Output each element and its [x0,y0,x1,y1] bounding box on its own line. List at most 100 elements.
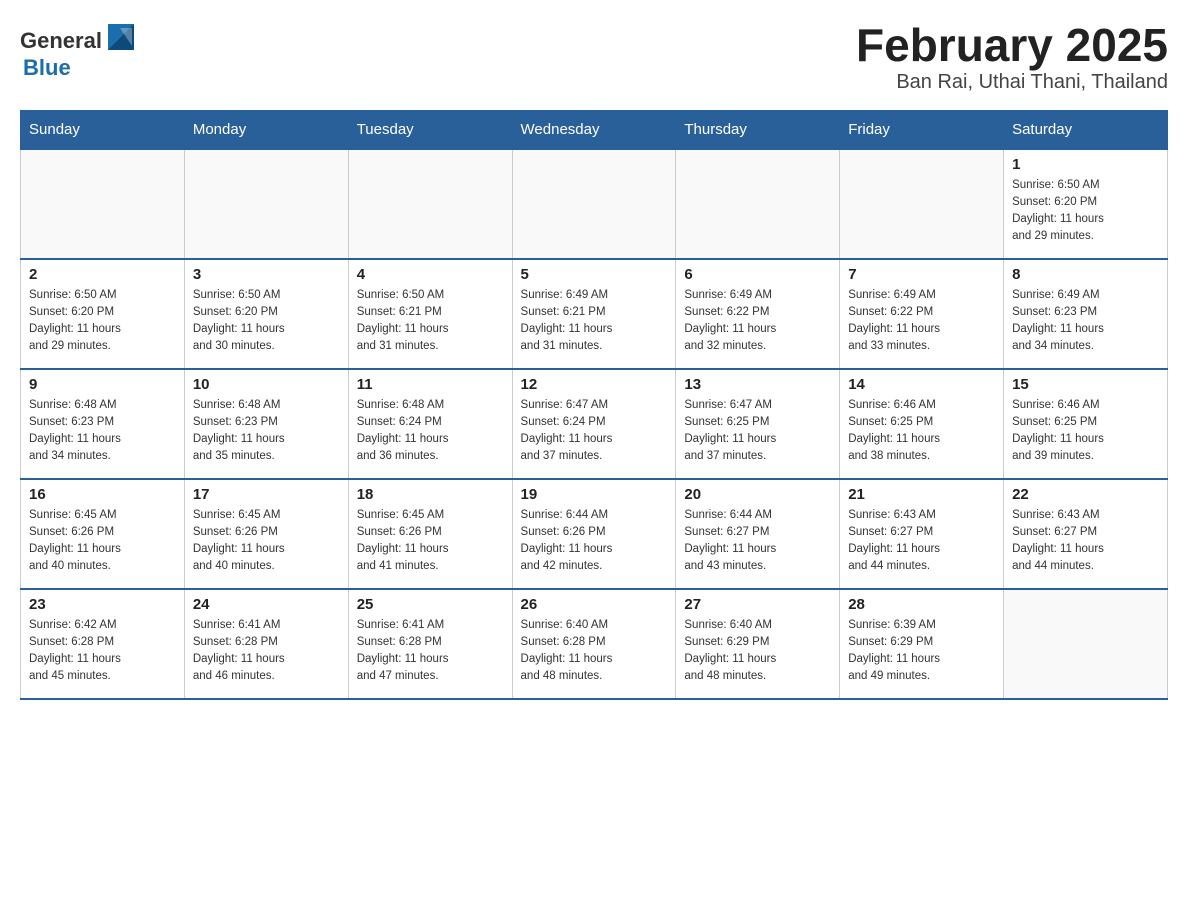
day-info: Sunrise: 6:50 AM Sunset: 6:20 PM Dayligh… [1012,177,1159,246]
day-info: Sunrise: 6:46 AM Sunset: 6:25 PM Dayligh… [1012,397,1159,466]
day-info: Sunrise: 6:46 AM Sunset: 6:25 PM Dayligh… [848,397,995,466]
day-number: 21 [848,486,995,503]
calendar-week-row: 23 Sunrise: 6:42 AM Sunset: 6:28 PM Dayli… [21,589,1168,699]
day-info: Sunrise: 6:45 AM Sunset: 6:26 PM Dayligh… [29,507,176,576]
table-row: 5Sunrise: 6:49 AM Sunset: 6:21 PM Daylig… [512,259,676,369]
day-info: Sunrise: 6:39 AM Sunset: 6:29 PM Dayligh… [848,617,995,686]
table-row: 12 Sunrise: 6:47 AM Sunset: 6:24 PM Dayli… [512,369,676,479]
day-number: 16 [29,486,176,503]
table-row: 10 Sunrise: 6:48 AM Sunset: 6:23 PM Dayli… [184,369,348,479]
table-row: 25 Sunrise: 6:41 AM Sunset: 6:28 PM Dayli… [348,589,512,699]
table-row: 8 Sunrise: 6:49 AM Sunset: 6:23 PM Daylig… [1004,259,1168,369]
calendar-table: Sunday Monday Tuesday Wednesday Thursday… [20,110,1168,700]
day-number: 13 [684,376,831,393]
table-row: 27 Sunrise: 6:40 AM Sunset: 6:29 PM Dayli… [676,589,840,699]
day-info: Sunrise: 6:43 AM Sunset: 6:27 PM Dayligh… [848,507,995,576]
table-row: 28 Sunrise: 6:39 AM Sunset: 6:29 PM Dayli… [840,589,1004,699]
day-number: 11 [357,376,504,393]
table-row: 2Sunrise: 6:50 AM Sunset: 6:20 PM Daylig… [21,259,185,369]
table-row: 11 Sunrise: 6:48 AM Sunset: 6:24 PM Dayli… [348,369,512,479]
day-number: 7 [848,266,995,283]
table-row: 6 Sunrise: 6:49 AM Sunset: 6:22 PM Daylig… [676,259,840,369]
day-info: Sunrise: 6:44 AM Sunset: 6:26 PM Dayligh… [521,507,668,576]
table-row: 9 Sunrise: 6:48 AM Sunset: 6:23 PM Daylig… [21,369,185,479]
day-number: 15 [1012,376,1159,393]
table-row: 16 Sunrise: 6:45 AM Sunset: 6:26 PM Dayli… [21,479,185,589]
table-row: 13 Sunrise: 6:47 AM Sunset: 6:25 PM Dayli… [676,369,840,479]
table-row: 23 Sunrise: 6:42 AM Sunset: 6:28 PM Dayli… [21,589,185,699]
day-info: Sunrise: 6:40 AM Sunset: 6:28 PM Dayligh… [521,617,668,686]
table-row: 17Sunrise: 6:45 AM Sunset: 6:26 PM Dayli… [184,479,348,589]
day-number: 4 [357,266,504,283]
day-number: 20 [684,486,831,503]
svg-text:Blue: Blue [23,55,71,80]
day-info: Sunrise: 6:50 AM Sunset: 6:20 PM Dayligh… [193,287,340,356]
calendar-title: February 2025 [856,20,1168,71]
title-area: February 2025 Ban Rai, Uthai Thani, Thai… [856,20,1168,94]
table-row: 4 Sunrise: 6:50 AM Sunset: 6:21 PM Daylig… [348,259,512,369]
day-info: Sunrise: 6:43 AM Sunset: 6:27 PM Dayligh… [1012,507,1159,576]
day-info: Sunrise: 6:50 AM Sunset: 6:21 PM Dayligh… [357,287,504,356]
day-info: Sunrise: 6:47 AM Sunset: 6:25 PM Dayligh… [684,397,831,466]
day-number: 17 [193,486,340,503]
calendar-week-row: 1Sunrise: 6:50 AM Sunset: 6:20 PM Daylig… [21,149,1168,259]
table-row: 22 Sunrise: 6:43 AM Sunset: 6:27 PM Dayli… [1004,479,1168,589]
day-info: Sunrise: 6:41 AM Sunset: 6:28 PM Dayligh… [357,617,504,686]
table-row: 24 Sunrise: 6:41 AM Sunset: 6:28 PM Dayli… [184,589,348,699]
table-row: 15 Sunrise: 6:46 AM Sunset: 6:25 PM Dayli… [1004,369,1168,479]
day-number: 19 [521,486,668,503]
calendar-week-row: 16 Sunrise: 6:45 AM Sunset: 6:26 PM Dayli… [21,479,1168,589]
svg-text:General: General [20,28,102,53]
header-saturday: Saturday [1004,110,1168,149]
day-number: 26 [521,596,668,613]
day-number: 23 [29,596,176,613]
day-info: Sunrise: 6:49 AM Sunset: 6:22 PM Dayligh… [684,287,831,356]
day-info: Sunrise: 6:41 AM Sunset: 6:28 PM Dayligh… [193,617,340,686]
day-info: Sunrise: 6:48 AM Sunset: 6:23 PM Dayligh… [29,397,176,466]
day-info: Sunrise: 6:47 AM Sunset: 6:24 PM Dayligh… [521,397,668,466]
header-tuesday: Tuesday [348,110,512,149]
day-number: 28 [848,596,995,613]
day-number: 24 [193,596,340,613]
day-number: 25 [357,596,504,613]
table-row [1004,589,1168,699]
logo-text: General Blue [20,20,150,85]
table-row: 19 Sunrise: 6:44 AM Sunset: 6:26 PM Dayli… [512,479,676,589]
day-info: Sunrise: 6:42 AM Sunset: 6:28 PM Dayligh… [29,617,176,686]
day-number: 10 [193,376,340,393]
header-sunday: Sunday [21,110,185,149]
day-number: 8 [1012,266,1159,283]
day-number: 22 [1012,486,1159,503]
day-info: Sunrise: 6:48 AM Sunset: 6:23 PM Dayligh… [193,397,340,466]
table-row: 7Sunrise: 6:49 AM Sunset: 6:22 PM Daylig… [840,259,1004,369]
day-number: 12 [521,376,668,393]
day-info: Sunrise: 6:40 AM Sunset: 6:29 PM Dayligh… [684,617,831,686]
table-row [184,149,348,259]
day-info: Sunrise: 6:49 AM Sunset: 6:23 PM Dayligh… [1012,287,1159,356]
header-wednesday: Wednesday [512,110,676,149]
day-number: 14 [848,376,995,393]
table-row [840,149,1004,259]
day-number: 27 [684,596,831,613]
day-number: 9 [29,376,176,393]
logo-svg: General Blue [20,20,150,85]
day-info: Sunrise: 6:45 AM Sunset: 6:26 PM Dayligh… [357,507,504,576]
logo: General Blue [20,20,150,85]
table-row: 18 Sunrise: 6:45 AM Sunset: 6:26 PM Dayli… [348,479,512,589]
table-row [676,149,840,259]
day-info: Sunrise: 6:44 AM Sunset: 6:27 PM Dayligh… [684,507,831,576]
table-row [348,149,512,259]
table-row: 20 Sunrise: 6:44 AM Sunset: 6:27 PM Dayli… [676,479,840,589]
day-info: Sunrise: 6:49 AM Sunset: 6:21 PM Dayligh… [521,287,668,356]
page-header: General Blue February 2025 Ban Rai, Utha… [20,20,1168,94]
table-row: 1Sunrise: 6:50 AM Sunset: 6:20 PM Daylig… [1004,149,1168,259]
table-row: 21 Sunrise: 6:43 AM Sunset: 6:27 PM Dayli… [840,479,1004,589]
day-number: 3 [193,266,340,283]
day-info: Sunrise: 6:48 AM Sunset: 6:24 PM Dayligh… [357,397,504,466]
day-info: Sunrise: 6:50 AM Sunset: 6:20 PM Dayligh… [29,287,176,356]
day-number: 6 [684,266,831,283]
table-row [21,149,185,259]
header-thursday: Thursday [676,110,840,149]
table-row: 3 Sunrise: 6:50 AM Sunset: 6:20 PM Daylig… [184,259,348,369]
day-number: 18 [357,486,504,503]
